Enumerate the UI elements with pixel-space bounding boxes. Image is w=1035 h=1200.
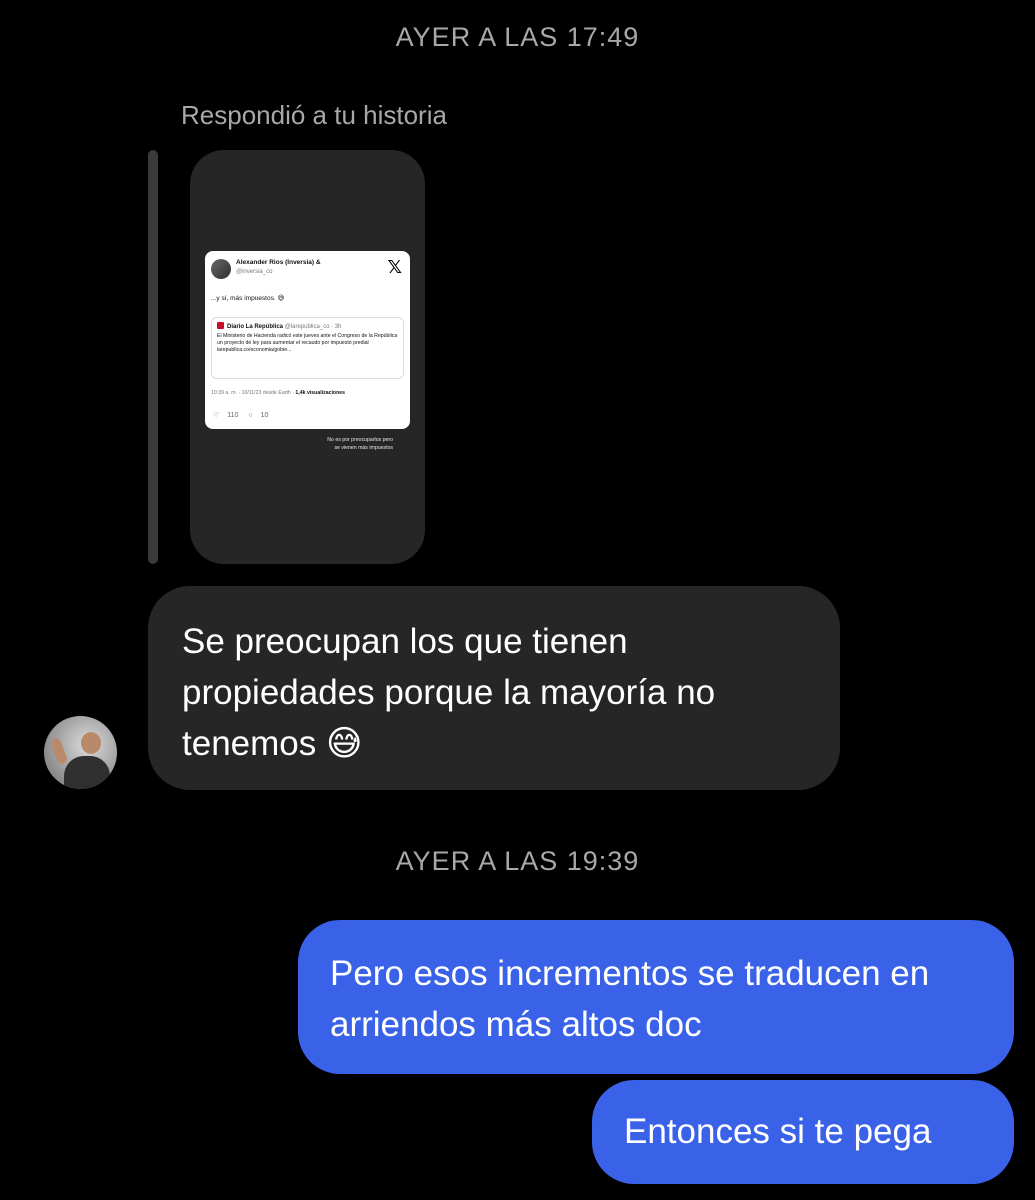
outgoing-message-bubble-2[interactable]: Entonces si te pega <box>592 1080 1014 1184</box>
timestamp-1: AYER A LAS 17:49 <box>395 22 640 52</box>
story-caption-line-1: No es por preocuparlos pero <box>327 437 393 443</box>
tweet-author-name: Alexander Rios (Inversia) & <box>236 259 321 266</box>
story-preview-card[interactable]: Alexander Rios (Inversia) & @inversia_co… <box>190 150 425 564</box>
quoted-tweet-source: Diario La República <box>227 324 284 330</box>
tweet-replies: 10 <box>260 412 269 419</box>
outgoing-message-bubble-1[interactable]: Pero esos incrementos se traducen en arr… <box>298 920 1014 1074</box>
tweet-author-avatar <box>211 259 231 279</box>
tweet-views: 1,4k visualizaciones <box>295 390 346 396</box>
heart-icon: ♡ <box>213 412 220 419</box>
quoted-tweet-header: Diario La República @larepublica_co · 3h <box>217 322 341 332</box>
story-reply-label: Respondió a tu historia <box>181 100 447 130</box>
avatar-arm <box>49 737 69 765</box>
x-logo-icon: 𝕏 <box>387 257 402 277</box>
tweet-likes: 110 <box>227 412 239 419</box>
timestamp-2: AYER A LAS 19:39 <box>395 846 640 876</box>
reply-indicator-line <box>148 150 158 564</box>
story-caption: No es por preocuparlos pero se vienen má… <box>327 436 393 452</box>
quoted-tweet-handle: @larepublica_co · 3h <box>284 324 342 330</box>
story-caption-line-2: se vienen más impuestos <box>334 445 393 452</box>
tweet-screenshot: Alexander Rios (Inversia) & @inversia_co… <box>205 251 410 429</box>
incoming-message-bubble[interactable]: Se preocupan los que tienen propiedades … <box>148 586 840 790</box>
quoted-tweet-text: El Ministerio de Hacienda radicó este ju… <box>217 333 398 354</box>
tweet-author-handle: @inversia_co <box>236 269 273 275</box>
tweet-date: 10:39 a. m. · 10/11/23 desde Earth · <box>211 390 294 396</box>
avatar-body <box>64 756 110 789</box>
tweet-text: ...y sí, más impuestos. 😅 <box>211 295 285 302</box>
avatar-head <box>81 732 101 754</box>
tweet-actions: ♡ 110 ○ 10 <box>213 411 276 420</box>
tweet-meta: 10:39 a. m. · 10/11/23 desde Earth · 1,4… <box>211 390 345 397</box>
comment-icon: ○ <box>248 412 253 419</box>
quoted-tweet: Diario La República @larepublica_co · 3h… <box>211 317 404 379</box>
avatar[interactable] <box>44 716 117 789</box>
newspaper-logo-icon <box>217 322 224 329</box>
